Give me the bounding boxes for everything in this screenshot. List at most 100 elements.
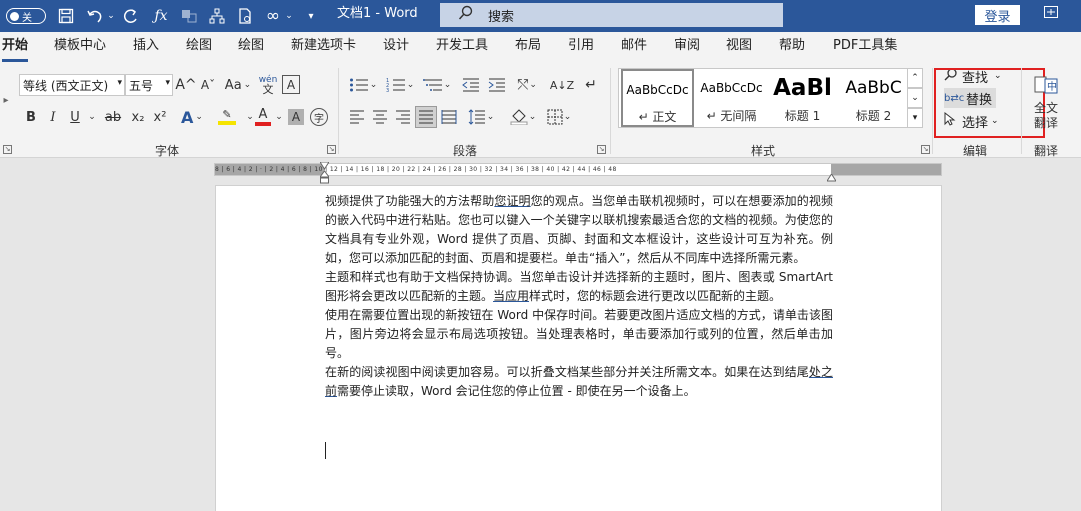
superscript-button[interactable]: x²	[150, 106, 170, 128]
line-spacing-button[interactable]: ⌄	[464, 106, 498, 128]
highlighter-icon: ✎	[222, 108, 232, 121]
change-case-button[interactable]: Aa ⌄	[222, 74, 254, 96]
chevron-down-icon: ⌄	[443, 80, 452, 90]
tab-pdf-tools[interactable]: PDF工具集	[833, 32, 897, 62]
document-title: 文档1 - Word	[337, 6, 418, 21]
tab-review[interactable]: 审阅	[674, 32, 700, 62]
tab-design[interactable]: 设计	[383, 32, 409, 62]
autosave-toggle[interactable]: 关	[6, 8, 46, 24]
font-color-icon: A	[258, 107, 268, 122]
undo-icon[interactable]	[84, 0, 106, 32]
align-center-button[interactable]	[369, 106, 391, 128]
style-name: ↵ 正文	[638, 110, 677, 124]
sitemap-icon[interactable]	[206, 0, 228, 32]
search-placeholder: 搜索	[488, 9, 515, 25]
font-color-dropdown-icon[interactable]: ⌄	[274, 106, 284, 128]
full-text-translate-button[interactable]: 中 全文 翻译	[1028, 70, 1064, 136]
numbering-button[interactable]: 123 ⌄	[383, 74, 417, 96]
font-launcher-icon[interactable]: ↘	[327, 145, 336, 154]
increase-indent-button[interactable]	[486, 74, 508, 96]
phonetic-guide-button[interactable]: wén 文	[257, 74, 279, 96]
style-normal[interactable]: AaBbCcDc ↵ 正文	[621, 69, 694, 127]
infinity-icon[interactable]: ∞	[260, 0, 286, 32]
paragraph: 使用在需要位置出现的新按钮在 Word 中保存时间。若要更改图片适应文档的方式，…	[325, 308, 833, 360]
infinity-dropdown-icon[interactable]: ⌄	[284, 0, 294, 32]
style-heading-1[interactable]: AaBl 标题 1	[766, 69, 839, 127]
highlight-button[interactable]: ✎	[212, 106, 242, 128]
document-icon[interactable]	[234, 0, 256, 32]
paragraph-text-underlined: 您证明	[494, 194, 531, 208]
align-left-button[interactable]	[346, 106, 368, 128]
save-icon[interactable]	[56, 0, 76, 32]
justify-button[interactable]	[415, 106, 437, 128]
tab-draw-2[interactable]: 绘图	[238, 32, 264, 62]
chevron-down-icon: ⌄	[529, 80, 537, 90]
tab-new-tab[interactable]: 新建选项卡	[291, 32, 356, 62]
bullets-button[interactable]: ⌄	[346, 74, 380, 96]
underline-dropdown-icon[interactable]: ⌄	[86, 106, 98, 128]
style-heading-2[interactable]: AaBbC 标题 2	[837, 69, 910, 127]
translate-label-1: 全文	[1033, 101, 1058, 115]
text-effects-button[interactable]: A ⌄	[178, 106, 206, 128]
tab-home[interactable]: 开始	[2, 32, 29, 62]
tab-mailings[interactable]: 邮件	[621, 32, 647, 62]
paragraph-launcher-icon[interactable]: ↘	[597, 145, 606, 154]
gallery-scroll-down-icon[interactable]: ⌄	[907, 88, 923, 108]
sort-button[interactable]: A↓Z	[550, 74, 574, 96]
clipboard-launcher-icon[interactable]: ↘	[3, 145, 12, 154]
italic-button[interactable]: I	[44, 106, 62, 128]
style-name: 标题 2	[855, 109, 892, 123]
fx-icon[interactable]: ƒx	[150, 0, 172, 32]
login-button[interactable]: 登录	[975, 5, 1020, 25]
paragraph-text: 视频提供了功能强大的方法帮助	[325, 194, 495, 208]
tab-insert[interactable]: 插入	[133, 32, 159, 62]
asian-layout-button[interactable]: ⤲ ⌄	[512, 74, 542, 96]
character-border-icon: A	[286, 77, 296, 92]
ribbon-display-options-icon[interactable]	[1040, 6, 1062, 24]
underline-button[interactable]: U	[66, 106, 84, 128]
character-border-button[interactable]: A	[282, 75, 300, 94]
customize-toolbar-icon[interactable]: ▾	[304, 0, 318, 32]
strikethrough-button[interactable]: ab	[102, 106, 124, 128]
multilevel-list-button[interactable]: ⌄	[420, 74, 454, 96]
tab-references[interactable]: 引用	[568, 32, 594, 62]
decrease-indent-button[interactable]	[460, 74, 482, 96]
gallery-scroll-up-icon[interactable]: ⌃	[907, 68, 923, 88]
shrink-font-button[interactable]: Aˇ	[198, 74, 218, 96]
document-body[interactable]: 视频提供了功能强大的方法帮助您证明您的观点。当您单击联机视频时，可以在想要添加的…	[325, 192, 833, 401]
autosave-label: 关	[22, 12, 32, 24]
hanging-indent-marker[interactable]	[319, 170, 330, 184]
translate-icon[interactable]	[178, 0, 200, 32]
gallery-more-icon[interactable]: ▾	[907, 108, 923, 128]
enclose-characters-button[interactable]: 字	[310, 108, 328, 126]
document-page[interactable]: 视频提供了功能强大的方法帮助您证明您的观点。当您单击联机视频时，可以在想要添加的…	[215, 185, 942, 511]
first-line-indent-marker[interactable]	[319, 159, 330, 170]
styles-launcher-icon[interactable]: ↘	[921, 145, 930, 154]
character-shading-button[interactable]: A	[288, 109, 304, 125]
grow-font-button[interactable]: A^	[175, 74, 196, 96]
subscript-button[interactable]: x₂	[128, 106, 148, 128]
clipboard-collapsed-icon[interactable]: ▸	[0, 70, 12, 130]
align-right-button[interactable]	[392, 106, 414, 128]
search-input[interactable]: 搜索	[440, 3, 783, 27]
redo-icon[interactable]	[120, 0, 142, 32]
tab-help[interactable]: 帮助	[779, 32, 805, 62]
show-marks-button[interactable]: ↵	[580, 74, 602, 96]
font-color-swatch	[255, 122, 271, 126]
group-divider	[610, 68, 611, 154]
style-no-spacing[interactable]: AaBbCcDc ↵ 无间隔	[695, 69, 768, 127]
tab-developer[interactable]: 开发工具	[436, 32, 488, 62]
font-color-button[interactable]: A	[252, 106, 274, 128]
tab-view[interactable]: 视图	[726, 32, 752, 62]
font-size-select[interactable]: 五号 ▾	[125, 74, 173, 96]
distributed-button[interactable]	[438, 106, 460, 128]
tab-template-center[interactable]: 模板中心	[54, 32, 106, 62]
right-indent-marker[interactable]	[826, 171, 837, 182]
undo-dropdown-icon[interactable]: ⌄	[106, 0, 116, 32]
font-name-select[interactable]: 等线 (西文正文) ▾	[19, 74, 125, 96]
tab-layout[interactable]: 布局	[515, 32, 541, 62]
shading-button[interactable]: ⌄	[506, 106, 540, 128]
borders-button[interactable]: ⌄	[542, 106, 576, 128]
bold-button[interactable]: B	[22, 106, 40, 128]
tab-draw[interactable]: 绘图	[186, 32, 212, 62]
